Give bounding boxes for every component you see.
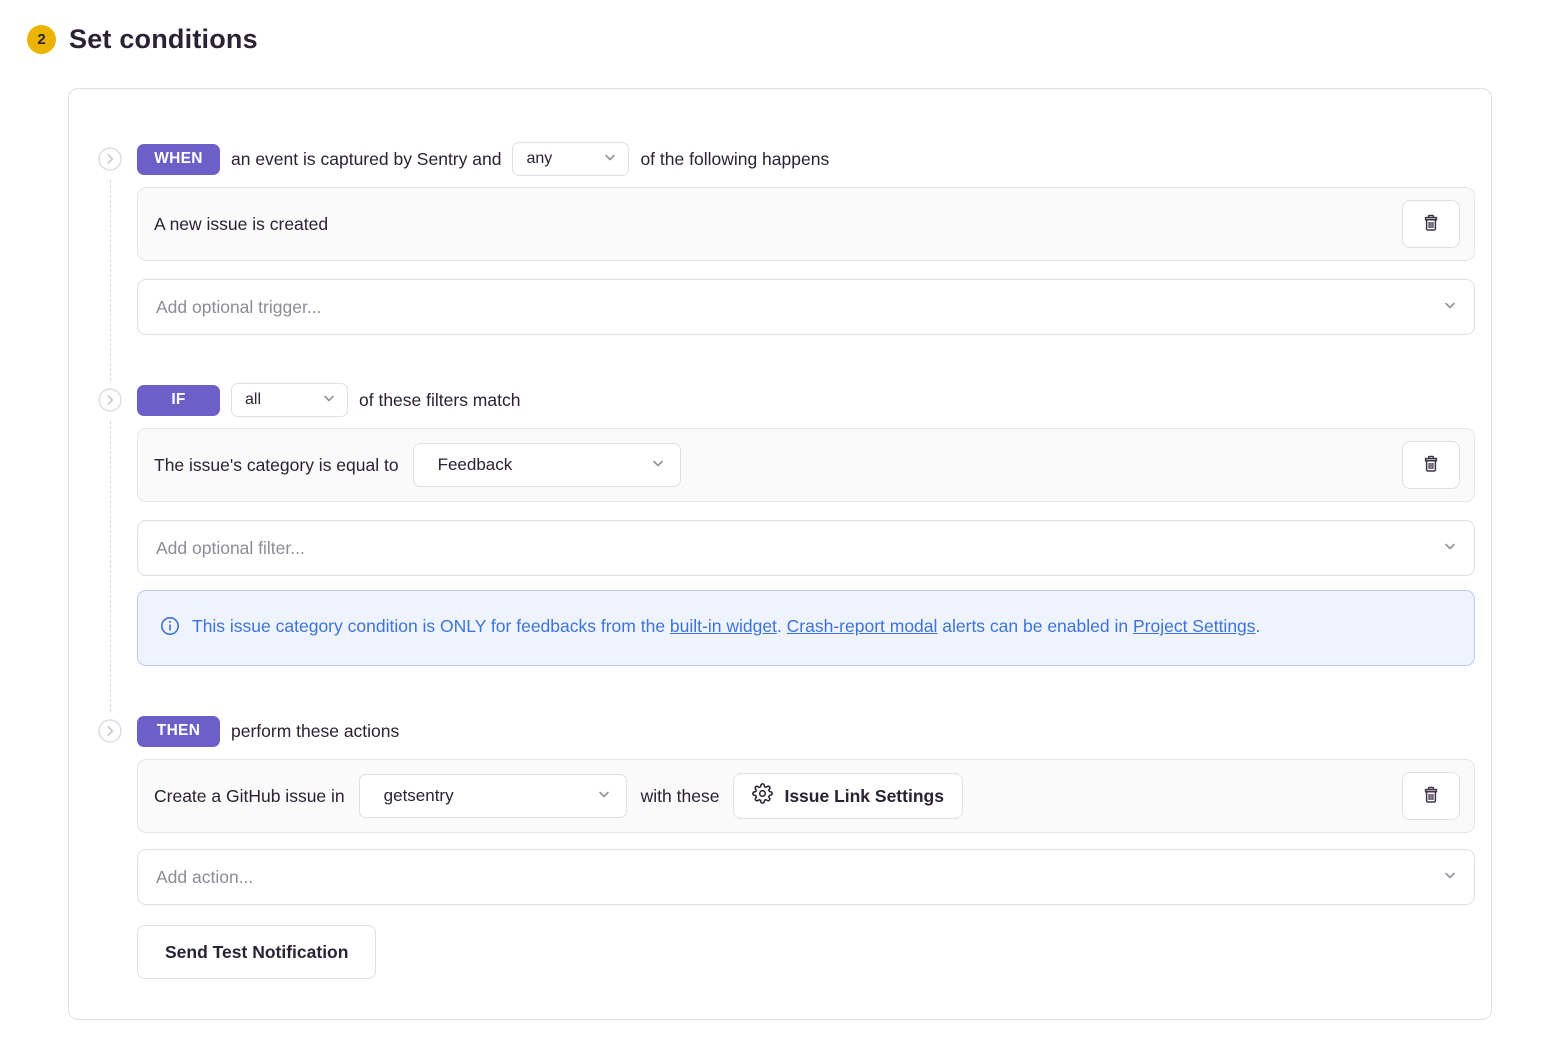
chevron-down-icon: [650, 455, 666, 476]
trash-icon: [1421, 213, 1441, 236]
page-title: Set conditions: [69, 24, 258, 55]
chevron-down-icon: [596, 786, 612, 807]
action-rule-label: Create a GitHub issue in: [154, 786, 345, 807]
when-badge: WHEN: [137, 144, 220, 175]
send-test-notification-button[interactable]: Send Test Notification: [137, 925, 376, 979]
filter-value-select[interactable]: Feedback: [413, 443, 681, 487]
add-action-select[interactable]: Add action...: [137, 849, 1475, 905]
filter-rule-row: The issue's category is equal to Feedbac…: [137, 428, 1475, 502]
then-text-after: perform these actions: [231, 721, 399, 742]
issue-link-settings-label: Issue Link Settings: [784, 786, 943, 807]
chevron-down-icon: [1442, 297, 1458, 318]
when-step-header: WHEN an event is captured by Sentry and …: [137, 142, 1475, 176]
trash-icon: [1421, 785, 1441, 808]
action-rule-row: Create a GitHub issue in getsentry with …: [137, 759, 1475, 833]
chevron-down-icon: [602, 149, 618, 170]
when-text-before: an event is captured by Sentry and: [231, 149, 501, 170]
if-match-value: all: [245, 391, 261, 409]
repo-value: getsentry: [384, 786, 454, 806]
then-step: THEN perform these actions Create a GitH…: [137, 714, 1475, 979]
chevron-down-icon: [1442, 867, 1458, 888]
set-conditions-page: 2 Set conditions WHEN an event is captur…: [0, 0, 1560, 1020]
issue-link-settings-button[interactable]: Issue Link Settings: [733, 773, 962, 819]
if-match-select[interactable]: all: [231, 383, 348, 417]
feedback-info-alert: This issue category condition is ONLY fo…: [137, 590, 1475, 666]
if-step-header: IF all of these filters match: [137, 383, 1475, 417]
action-text-mid: with these: [641, 786, 720, 807]
trigger-rule-label: A new issue is created: [154, 214, 328, 235]
step-expand-icon: [98, 147, 122, 171]
when-match-value: any: [526, 150, 552, 168]
page-header: 2 Set conditions: [27, 24, 1560, 55]
if-text-after: of these filters match: [359, 390, 520, 411]
chevron-down-icon: [1442, 538, 1458, 559]
delete-action-button[interactable]: [1402, 772, 1460, 820]
filter-rule-label: The issue's category is equal to: [154, 455, 399, 476]
add-trigger-select[interactable]: Add optional trigger...: [137, 279, 1475, 335]
when-step: WHEN an event is captured by Sentry and …: [137, 142, 1475, 335]
trash-icon: [1421, 454, 1441, 477]
info-icon: [160, 615, 180, 645]
step-expand-icon: [98, 388, 122, 412]
add-trigger-placeholder: Add optional trigger...: [156, 297, 321, 318]
send-test-notification-label: Send Test Notification: [165, 942, 348, 963]
filter-value: Feedback: [438, 455, 513, 475]
built-in-widget-link[interactable]: built-in widget: [670, 616, 777, 636]
step-number-badge: 2: [27, 25, 56, 54]
project-settings-link[interactable]: Project Settings: [1133, 616, 1256, 636]
add-filter-select[interactable]: Add optional filter...: [137, 520, 1475, 576]
add-filter-placeholder: Add optional filter...: [156, 538, 305, 559]
step-expand-icon: [98, 719, 122, 743]
add-action-placeholder: Add action...: [156, 867, 253, 888]
repo-select[interactable]: getsentry: [359, 774, 627, 818]
if-step: IF all of these filters match The issue'…: [137, 383, 1475, 666]
then-badge: THEN: [137, 716, 220, 747]
when-text-after: of the following happens: [640, 149, 829, 170]
delete-filter-button[interactable]: [1402, 441, 1460, 489]
chevron-down-icon: [321, 390, 337, 411]
when-match-select[interactable]: any: [512, 142, 629, 176]
crash-report-modal-link[interactable]: Crash-report modal: [787, 616, 938, 636]
if-badge: IF: [137, 385, 220, 416]
conditions-panel: WHEN an event is captured by Sentry and …: [68, 88, 1492, 1020]
delete-trigger-button[interactable]: [1402, 200, 1460, 248]
feedback-info-text: This issue category condition is ONLY fo…: [192, 611, 1260, 645]
then-step-header: THEN perform these actions: [137, 714, 1475, 748]
trigger-rule-row: A new issue is created: [137, 187, 1475, 261]
gear-icon: [752, 783, 773, 809]
